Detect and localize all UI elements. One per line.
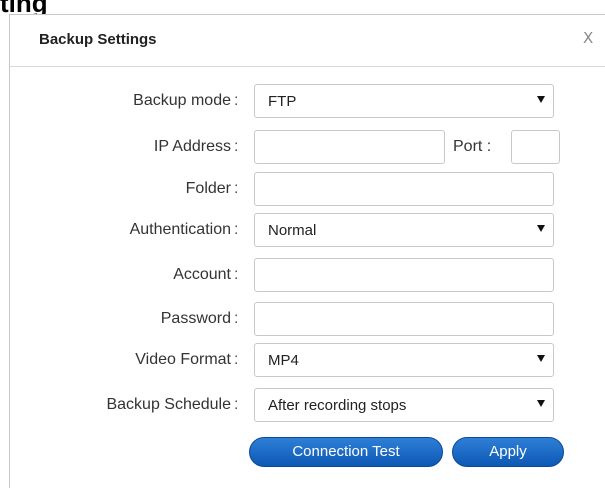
row-backup-mode: Backup mode : FTP: [10, 84, 605, 118]
colon: :: [234, 351, 239, 368]
authentication-value: Normal: [268, 222, 317, 239]
video-format-value: MP4: [268, 352, 299, 369]
backup-schedule-select[interactable]: After recording stops: [254, 388, 554, 422]
ip-address-input[interactable]: [254, 130, 445, 164]
ip-address-label: IP Address: [153, 138, 231, 155]
account-label: Account: [173, 266, 231, 283]
apply-button[interactable]: Apply: [452, 437, 564, 467]
authentication-select[interactable]: Normal: [254, 213, 554, 247]
account-input[interactable]: [254, 258, 554, 292]
dialog-title: Backup Settings: [39, 31, 157, 48]
colon: :: [234, 396, 239, 413]
backup-schedule-value: After recording stops: [268, 397, 407, 414]
password-label: Password: [160, 310, 231, 327]
chevron-down-icon: [537, 400, 545, 407]
folder-input[interactable]: [254, 172, 554, 206]
colon: :: [234, 221, 239, 238]
colon: :: [234, 180, 239, 197]
backup-mode-value: FTP: [268, 93, 297, 110]
backup-mode-select[interactable]: FTP: [254, 84, 554, 118]
chevron-down-icon: [537, 355, 545, 362]
chevron-down-icon: [537, 96, 545, 103]
row-video-format: Video Format : MP4: [10, 343, 605, 377]
colon: :: [234, 310, 239, 327]
port-label: Port :: [453, 138, 492, 155]
chevron-down-icon: [537, 225, 545, 232]
colon: :: [234, 266, 239, 283]
colon: :: [234, 138, 239, 155]
authentication-label: Authentication: [129, 221, 231, 238]
backup-schedule-label: Backup Schedule: [106, 396, 231, 413]
password-input[interactable]: [254, 302, 554, 336]
port-input[interactable]: [511, 130, 560, 164]
row-password: Password :: [10, 302, 605, 336]
video-format-select[interactable]: MP4: [254, 343, 554, 377]
row-backup-schedule: Backup Schedule : After recording stops: [10, 388, 605, 422]
row-account: Account :: [10, 258, 605, 292]
row-authentication: Authentication : Normal: [10, 213, 605, 247]
backup-mode-label: Backup mode: [133, 92, 231, 109]
colon: :: [234, 92, 239, 109]
dialog-header: Backup Settings X: [10, 15, 605, 67]
backup-settings-dialog: Backup Settings X Backup mode : FTP IP A…: [9, 14, 605, 488]
close-icon[interactable]: X: [583, 29, 593, 47]
row-folder: Folder :: [10, 172, 605, 206]
folder-label: Folder: [185, 180, 231, 197]
row-ip-address: IP Address : Port :: [10, 130, 605, 164]
video-format-label: Video Format: [135, 351, 231, 368]
connection-test-button[interactable]: Connection Test: [249, 437, 443, 467]
